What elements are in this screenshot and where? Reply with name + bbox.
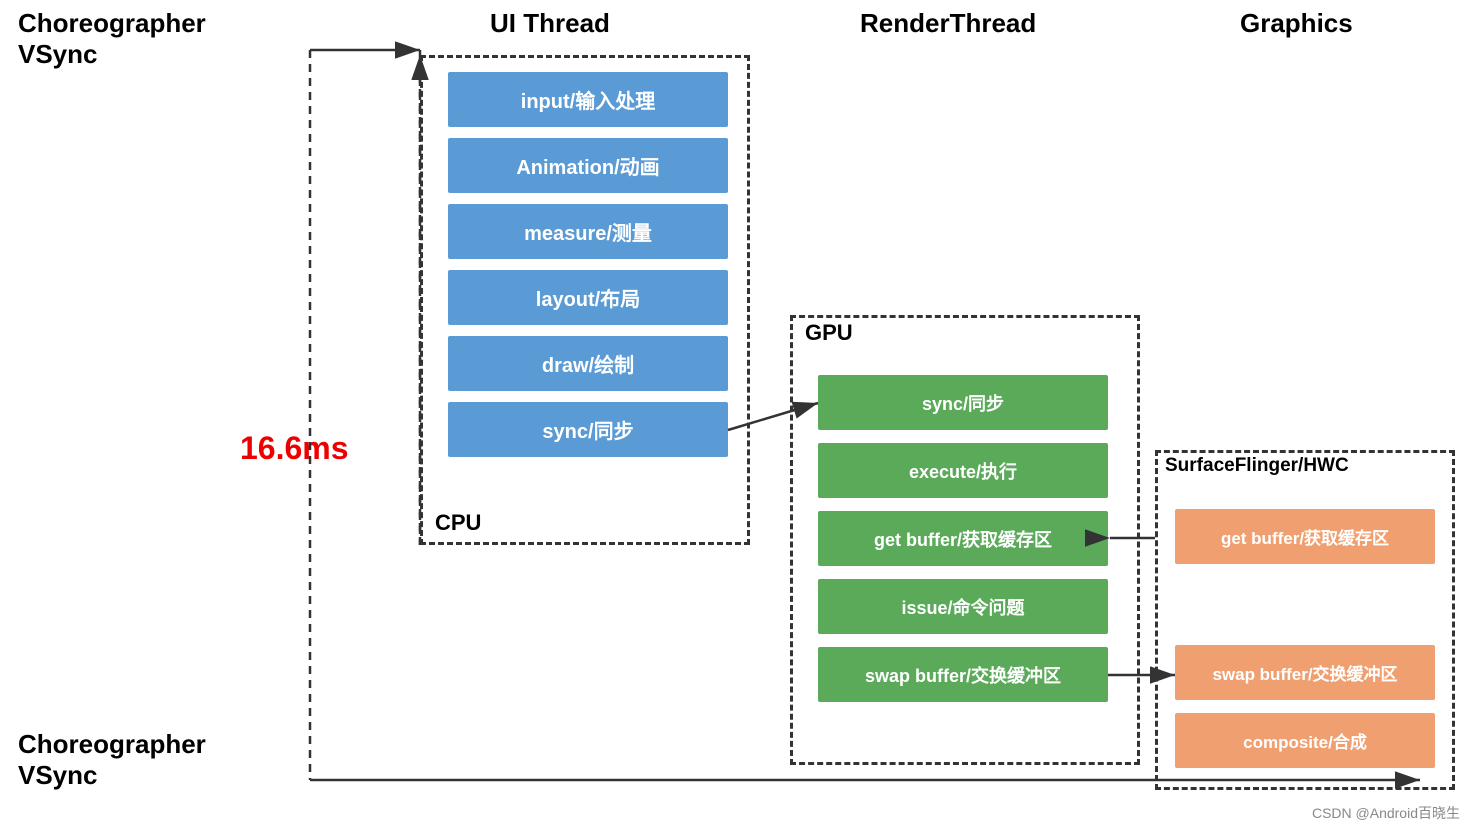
header-ui-thread: UI Thread <box>490 8 610 39</box>
header-render-thread: RenderThread <box>860 8 1036 39</box>
ui-block-input: input/输入处理 <box>448 72 728 127</box>
choreographer-vsync-top: Choreographer VSync <box>18 8 206 70</box>
ui-block-animation: Animation/动画 <box>448 138 728 193</box>
header-graphics: Graphics <box>1240 8 1353 39</box>
gpu-block-swapbuffer: swap buffer/交换缓冲区 <box>818 647 1108 702</box>
diagram-container: Choreographer VSync ChoreographerVSync U… <box>0 0 1480 831</box>
sf-label: SurfaceFlinger/HWC <box>1165 455 1349 477</box>
sf-block-getbuffer: get buffer/获取缓存区 <box>1175 509 1435 564</box>
sf-block-swapbuffer: swap buffer/交换缓冲区 <box>1175 645 1435 700</box>
gpu-block-sync: sync/同步 <box>818 375 1108 430</box>
sf-block-composite: composite/合成 <box>1175 713 1435 768</box>
ui-block-sync: sync/同步 <box>448 402 728 457</box>
ui-block-measure: measure/测量 <box>448 204 728 259</box>
cpu-label: CPU <box>435 510 481 536</box>
choreographer-vsync-bottom: ChoreographerVSync <box>18 729 206 791</box>
ui-block-draw: draw/绘制 <box>448 336 728 391</box>
gpu-label: GPU <box>805 320 853 346</box>
timing-label: 16.6ms <box>240 430 349 467</box>
gpu-block-issue: issue/命令问题 <box>818 579 1108 634</box>
watermark: CSDN @Android百晓生 <box>1312 803 1460 823</box>
ui-block-layout: layout/布局 <box>448 270 728 325</box>
gpu-block-getbuffer: get buffer/获取缓存区 <box>818 511 1108 566</box>
gpu-block-execute: execute/执行 <box>818 443 1108 498</box>
